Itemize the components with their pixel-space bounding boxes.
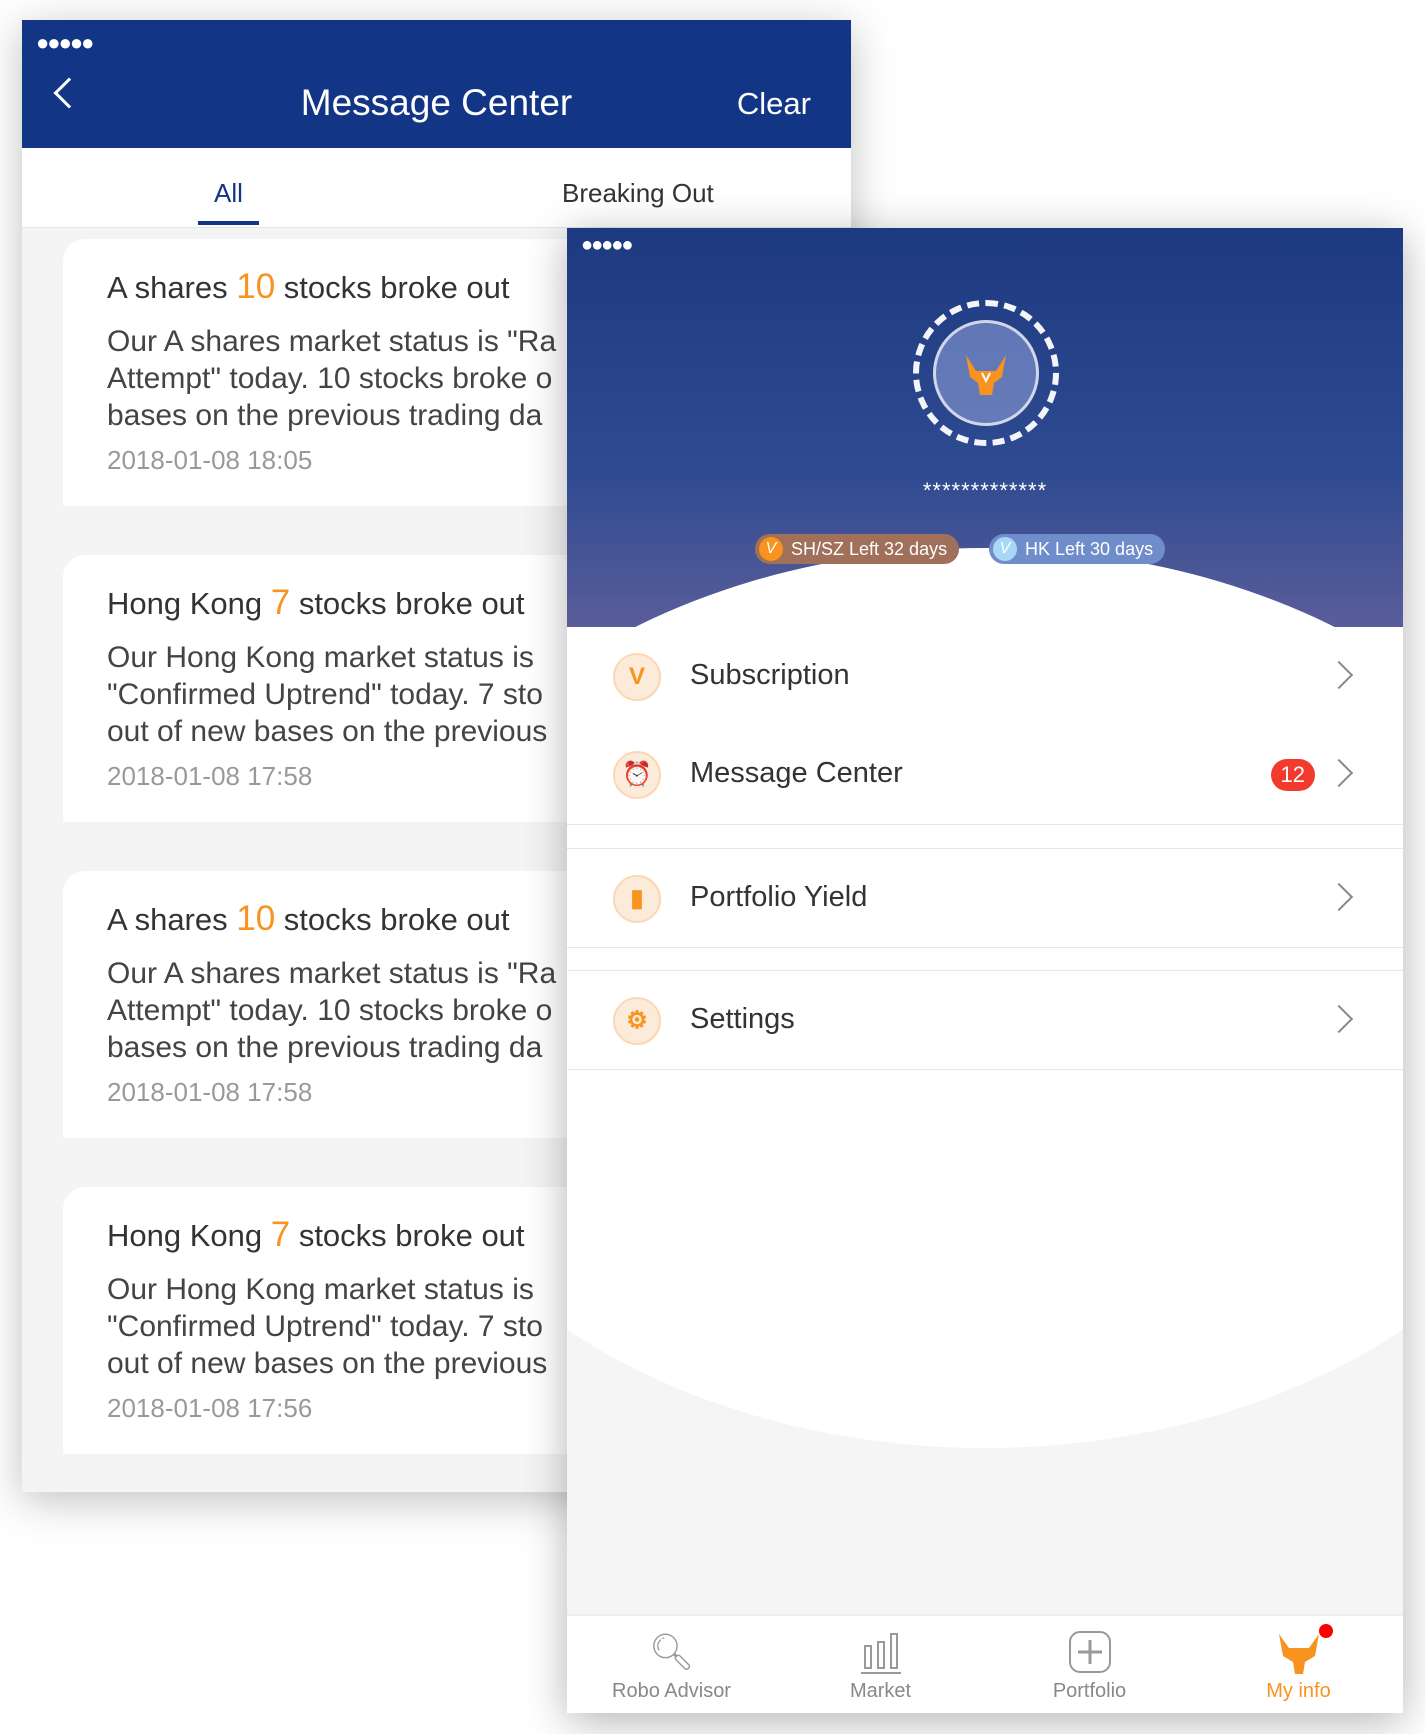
plus-square-icon xyxy=(1066,1628,1114,1676)
my-info-screen: ●●●●● ************* V SH/SZ Left 32 days … xyxy=(567,228,1403,1713)
menu-item-settings[interactable]: ⚙ Settings xyxy=(567,970,1403,1070)
menu-label: Subscription xyxy=(690,659,850,691)
tab-label: Robo Advisor xyxy=(612,1680,731,1702)
message-timestamp: 2018-01-08 17:58 xyxy=(107,761,313,791)
status-bar: ●●●●● xyxy=(36,30,94,55)
unread-badge: 12 xyxy=(1270,759,1315,791)
message-body: Our Hong Kong market status is "Confirmed… xyxy=(107,641,548,748)
chevron-right-icon xyxy=(1324,758,1354,788)
magnifier-chart-icon: 🔍︎ xyxy=(648,1631,695,1672)
stock-count: 7 xyxy=(270,1215,291,1254)
message-timestamp: 2018-01-08 18:05 xyxy=(107,445,313,475)
chevron-right-icon xyxy=(1324,882,1354,912)
bull-icon xyxy=(966,355,1006,395)
status-bar: ●●●●● xyxy=(581,234,633,256)
tab-portfolio[interactable]: Portfolio xyxy=(985,1616,1194,1713)
message-body: Our Hong Kong market status is "Confirmed… xyxy=(107,1273,548,1380)
tab-robo-advisor[interactable]: 🔍︎ Robo Advisor xyxy=(567,1616,776,1713)
sh-sz-subscription-pill[interactable]: V SH/SZ Left 32 days xyxy=(755,534,960,564)
pill-label: SH/SZ Left 32 days xyxy=(791,539,948,559)
wallet-icon: ▮ xyxy=(613,875,661,923)
hk-subscription-pill[interactable]: V HK Left 30 days xyxy=(989,534,1166,564)
v-icon: V xyxy=(759,537,783,561)
menu-label: Message Center xyxy=(690,757,903,789)
bottom-tab-bar: 🔍︎ Robo Advisor Market Portfolio My info xyxy=(567,1614,1403,1713)
notification-dot xyxy=(1319,1624,1333,1638)
message-title: A shares 10 stocks broke out xyxy=(107,267,510,306)
menu-item-portfolio-yield[interactable]: ▮ Portfolio Yield xyxy=(567,848,1403,948)
tab-all[interactable]: All xyxy=(198,178,259,225)
stock-count: 10 xyxy=(236,267,276,306)
message-title: A shares 10 stocks broke out xyxy=(107,899,510,938)
stock-count: 10 xyxy=(236,899,276,938)
tab-label: Market xyxy=(849,1680,912,1702)
menu-item-subscription[interactable]: V Subscription xyxy=(567,627,1403,727)
tab-label: Portfolio xyxy=(1052,1680,1127,1702)
chevron-right-icon xyxy=(1324,1004,1354,1034)
message-body: Our A shares market status is "Ra Attempt… xyxy=(107,325,557,432)
tab-my-info[interactable]: My info xyxy=(1194,1616,1403,1713)
menu-label: Settings xyxy=(690,1003,795,1035)
message-timestamp: 2018-01-08 17:56 xyxy=(107,1393,313,1423)
tab-breaking-out[interactable]: Breaking Out xyxy=(562,178,714,209)
chevron-right-icon xyxy=(1324,660,1354,690)
tab-label: My info xyxy=(1266,1680,1331,1702)
pill-label: HK Left 30 days xyxy=(1025,539,1154,559)
message-title: Hong Kong 7 stocks broke out xyxy=(107,583,525,622)
tab-bar: All Breaking Out xyxy=(22,148,851,228)
v-badge-icon: V xyxy=(613,653,661,701)
message-body: Our A shares market status is "Ra Attempt… xyxy=(107,957,557,1064)
avatar[interactable] xyxy=(933,320,1039,426)
bar-chart-icon xyxy=(857,1628,905,1676)
message-timestamp: 2018-01-08 17:58 xyxy=(107,1077,313,1107)
bull-icon xyxy=(1275,1628,1323,1676)
gear-icon: ⚙ xyxy=(613,997,661,1045)
page-title: Message Center xyxy=(300,82,573,123)
username: ************* xyxy=(922,478,1048,503)
menu-label: Portfolio Yield xyxy=(690,881,868,913)
message-title: Hong Kong 7 stocks broke out xyxy=(107,1215,525,1254)
alarm-clock-icon: ⏰ xyxy=(613,751,661,799)
stock-count: 7 xyxy=(270,583,291,622)
tab-market[interactable]: Market xyxy=(776,1616,985,1713)
clear-button[interactable]: Clear xyxy=(737,86,811,122)
nav-bar: ●●●●● Message Center Clear xyxy=(22,20,851,148)
menu-item-message-center[interactable]: ⏰ Message Center 12 xyxy=(567,725,1403,825)
v-icon: V xyxy=(993,537,1017,561)
